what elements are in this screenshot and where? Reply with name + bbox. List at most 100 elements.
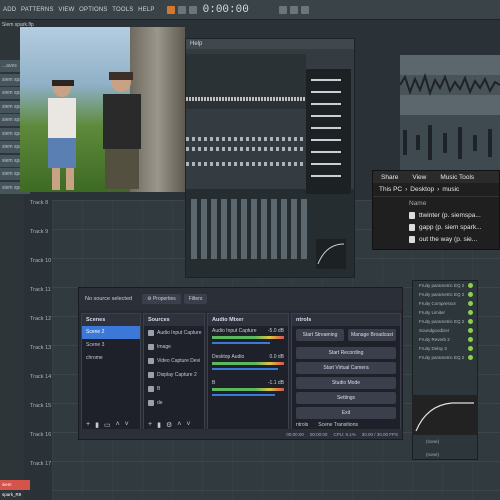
source-item[interactable]: Video Capture Devi — [144, 354, 204, 368]
track-label[interactable]: Track 15 — [30, 403, 52, 432]
slot-enabled-icon[interactable] — [468, 301, 473, 306]
scene-item[interactable]: Scene 2 — [82, 326, 140, 339]
add-icon[interactable]: + — [86, 421, 90, 428]
start-virtual-camera-button[interactable]: Start Virtual Camera — [296, 362, 396, 374]
menu-patterns[interactable]: PATTERNS — [21, 7, 54, 13]
add-icon[interactable]: + — [148, 421, 152, 428]
trash-icon[interactable]: ▮ — [95, 421, 99, 429]
menu-options[interactable]: OPTIONS — [79, 7, 107, 13]
record-icon[interactable] — [188, 5, 197, 14]
breadcrumb-desktop[interactable]: Desktop — [410, 186, 434, 193]
chevron-up-icon[interactable]: ˄ — [177, 421, 181, 428]
effect-slot[interactable]: Fruity Reverb 2 — [413, 335, 477, 344]
scene-item[interactable]: chrome — [82, 352, 140, 365]
person-figure — [103, 72, 141, 189]
track-label[interactable]: Track 10 — [30, 258, 52, 287]
volume-slider[interactable] — [212, 394, 276, 396]
menu-tools[interactable]: TOOLS — [112, 7, 133, 13]
volume-slider[interactable] — [212, 368, 279, 370]
slot-enabled-icon[interactable] — [468, 310, 473, 315]
menu-add[interactable]: ADD — [3, 7, 16, 13]
tab-controls[interactable]: ntrols — [296, 422, 308, 428]
breadcrumb-this-pc[interactable]: This PC — [379, 186, 402, 193]
effect-slot[interactable]: Fruity Limiter — [413, 308, 477, 317]
volume-slider[interactable] — [212, 342, 270, 344]
file-item[interactable]: out the way (p. sie... — [373, 233, 499, 245]
tab-share[interactable]: Share — [381, 174, 398, 181]
track-label[interactable]: Track 9 — [30, 229, 52, 258]
chevron-up-icon[interactable]: ˄ — [116, 421, 120, 428]
effect-name: Fruity Reverb 2 — [419, 337, 450, 342]
menu-help[interactable]: HELP — [138, 7, 154, 13]
source-item[interactable]: de — [144, 396, 204, 410]
slot-enabled-icon[interactable] — [468, 337, 473, 342]
mixer-icon[interactable] — [300, 5, 309, 14]
properties-button[interactable]: ⚙ Properties — [142, 294, 181, 304]
filters-button[interactable]: Filters — [183, 294, 208, 304]
file-explorer-window: Share View Music Tools This PC › Desktop… — [372, 170, 500, 250]
selected-track[interactable]: siem spark_R9 — [0, 480, 30, 497]
address-bar[interactable]: This PC › Desktop › music — [373, 183, 499, 197]
manage-broadcast-button[interactable]: Manage Broadcast — [348, 329, 396, 341]
play-icon[interactable] — [166, 5, 175, 14]
snap-icon[interactable] — [278, 5, 287, 14]
cpu-usage: CPU: 8.1% — [333, 431, 356, 437]
properties-label: Properties — [152, 296, 176, 302]
gear-icon[interactable]: ⚙ — [166, 421, 172, 429]
track-label[interactable]: Track 11 — [30, 287, 52, 316]
slot-enabled-icon[interactable] — [468, 328, 473, 333]
start-recording-button[interactable]: Start Recording — [296, 347, 396, 359]
playlist-icon[interactable] — [289, 5, 298, 14]
slot-enabled-icon[interactable] — [468, 292, 473, 297]
effect-slot[interactable]: Soundgoodizer — [413, 326, 477, 335]
scene-item[interactable]: Scene 3 — [82, 339, 140, 352]
effect-slot[interactable]: Fruity parametric EQ 2 — [413, 353, 477, 362]
start-streaming-button[interactable]: Start Streaming — [296, 329, 344, 341]
track-label[interactable]: Track 17 — [30, 461, 52, 490]
slot-enabled-icon[interactable] — [468, 346, 473, 351]
track-label[interactable]: Track 12 — [30, 316, 52, 345]
file-item[interactable]: gapp (p. siem spark... — [373, 221, 499, 233]
effect-name: Fruity parametric EQ 2 — [419, 319, 465, 324]
effect-slot[interactable]: Fruity parametric EQ 2 — [413, 290, 477, 299]
stop-icon[interactable] — [177, 5, 186, 14]
tab-scene-transitions[interactable]: Scene Transitions — [318, 422, 358, 428]
tab-view[interactable]: View — [412, 174, 426, 181]
column-header-name[interactable]: Name — [373, 197, 499, 209]
effect-slot[interactable]: Fruity Compressor — [413, 299, 477, 308]
track-label[interactable]: Track 16 — [30, 432, 52, 461]
effect-slot[interactable]: Fruity Delay 3 — [413, 344, 477, 353]
mixer-channel: B -1.1 dB — [208, 378, 288, 398]
menu-view[interactable]: VIEW — [58, 7, 74, 13]
source-item[interactable]: Display Capture 2 — [144, 368, 204, 382]
fl-window-menu[interactable]: Help — [186, 39, 354, 49]
track-label[interactable]: Track 14 — [30, 374, 52, 403]
trash-icon[interactable]: ▮ — [157, 421, 161, 429]
track-label[interactable]: Track 13 — [30, 345, 52, 374]
source-item[interactable]: Image — [144, 340, 204, 354]
effect-slot[interactable]: Fruity parametric EQ 2 — [413, 317, 477, 326]
menu-bar: ADD PATTERNS VIEW OPTIONS TOOLS HELP — [0, 7, 155, 13]
output-slot[interactable]: (none) — [412, 437, 478, 447]
source-item[interactable]: B — [144, 382, 204, 396]
studio-mode-button[interactable]: Studio Mode — [296, 377, 396, 389]
tab-music-tools[interactable]: Music Tools — [440, 174, 474, 181]
chevron-down-icon[interactable]: ˅ — [125, 421, 129, 428]
breadcrumb-music[interactable]: music — [442, 186, 459, 193]
eq-curve-display — [412, 395, 478, 435]
slot-enabled-icon[interactable] — [468, 283, 473, 288]
filter-icon[interactable]: ▭ — [104, 421, 111, 429]
track-label[interactable]: Track 8 — [30, 200, 52, 229]
effect-slot[interactable]: Fruity parametric EQ 2 — [413, 281, 477, 290]
output-slot[interactable]: (none) — [412, 450, 478, 460]
slot-enabled-icon[interactable] — [468, 355, 473, 360]
exit-button[interactable]: Exit — [296, 407, 396, 419]
slot-enabled-icon[interactable] — [468, 319, 473, 324]
settings-button[interactable]: Settings — [296, 392, 396, 404]
source-item[interactable]: Audio Input Capture — [144, 326, 204, 340]
obs-status-bar: 00:00:00 00:00:00 CPU: 8.1% 30.00 / 30.0… — [79, 429, 402, 439]
chevron-down-icon[interactable]: ˅ — [186, 421, 190, 428]
effect-name: Fruity Compressor — [419, 301, 457, 306]
file-item[interactable]: ttwinter (p. siemspa... — [373, 209, 499, 221]
effect-name: Soundgoodizer — [419, 328, 450, 333]
